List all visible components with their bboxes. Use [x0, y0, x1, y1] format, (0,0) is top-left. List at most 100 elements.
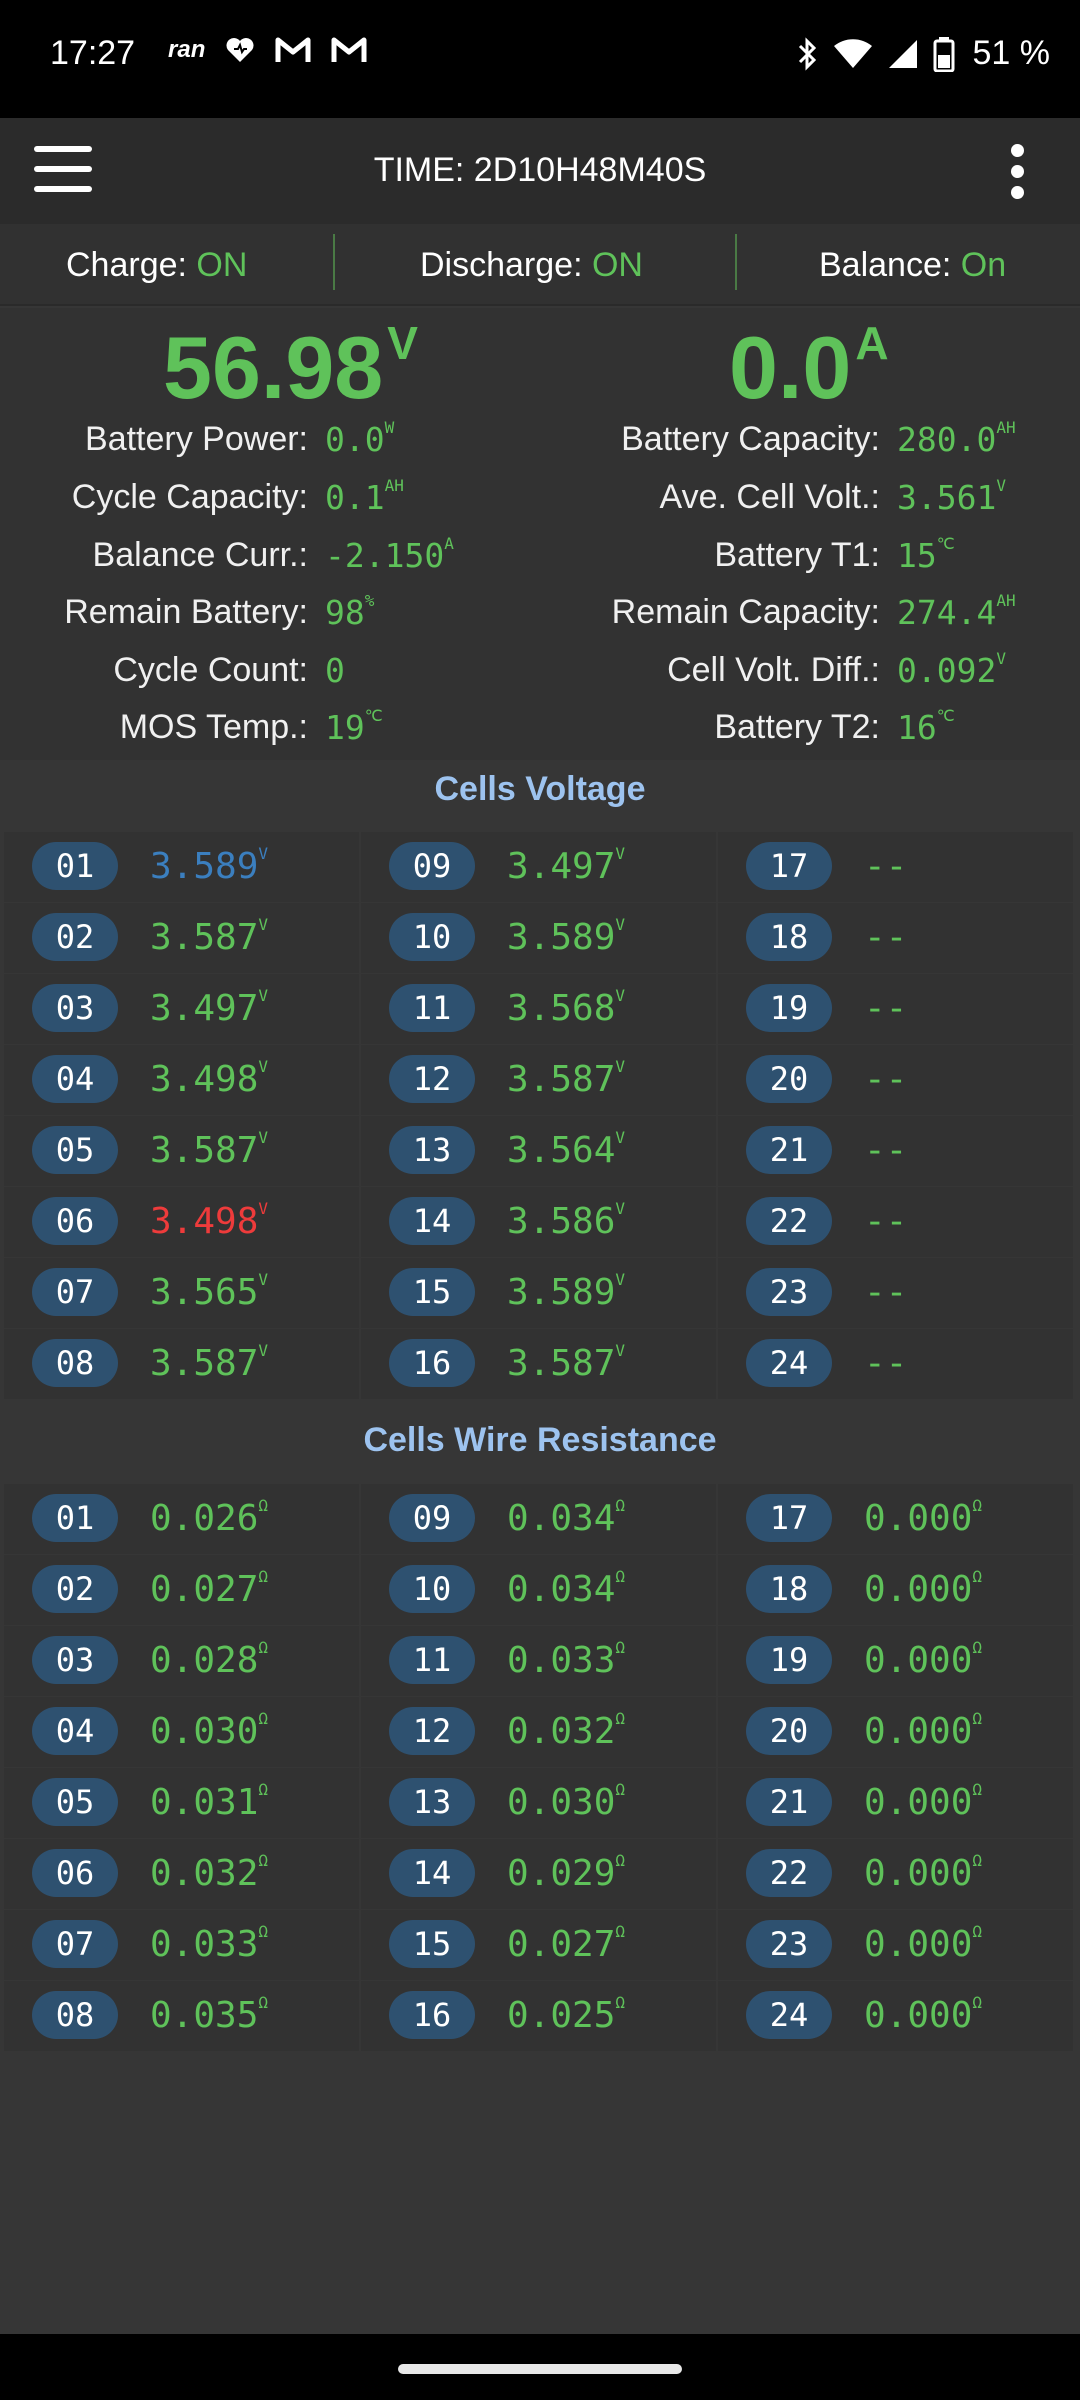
cell-resistance-cell: 13 0.030Ω [361, 1768, 716, 1838]
cell-voltage-value: 3.587V [150, 1128, 269, 1171]
right-summary-row: Remain Capacity: 274.4AH [0, 591, 1080, 643]
cell-voltage-cell: 18 -- [718, 903, 1073, 973]
cell-resistance-cell: 09 0.034Ω [361, 1484, 716, 1554]
cell-voltage-value: -- [864, 846, 908, 887]
cell-resistance-value: 0.000Ω [864, 1567, 983, 1610]
cell-resistance-cell: 05 0.031Ω [4, 1768, 359, 1838]
cell-resistance-value: 0.030Ω [507, 1780, 626, 1823]
total-voltage-unit: V [387, 317, 418, 369]
cell-voltage-value: 3.586V [507, 1199, 626, 1242]
cell-resistance-cell: 16 0.025Ω [361, 1981, 716, 2051]
cell-resistance-cell: 03 0.028Ω [4, 1626, 359, 1696]
cell-voltage-value: 3.497V [507, 844, 626, 887]
charge-status[interactable]: Charge: ON [66, 246, 247, 285]
cell-resistance-cell: 06 0.032Ω [4, 1839, 359, 1909]
cell-number-badge: 19 [746, 1636, 832, 1684]
ran-app-icon: ran [168, 36, 206, 63]
cell-number-badge: 05 [32, 1126, 118, 1174]
cell-resistance-value: 0.035Ω [150, 1993, 269, 2036]
cell-voltage-cell: 05 3.587V [4, 1116, 359, 1186]
cell-number-badge: 23 [746, 1920, 832, 1968]
cell-number-badge: 17 [746, 1494, 832, 1542]
discharge-label: Discharge: [420, 246, 583, 284]
cell-voltage-value: 3.498V [150, 1199, 269, 1242]
cell-number-badge: 03 [32, 1636, 118, 1684]
cells-voltage-title: Cells Voltage [434, 770, 646, 808]
total-voltage: 56.98V [163, 320, 418, 412]
summary-label: Ave. Cell Volt.: [659, 478, 881, 516]
cell-voltage-value: 3.564V [507, 1128, 626, 1171]
summary-value: 274.4AH [897, 591, 1016, 632]
wifi-icon [833, 38, 872, 68]
cell-voltage-value: 3.587V [507, 1057, 626, 1100]
cell-resistance-value: 0.000Ω [864, 1709, 983, 1752]
cell-number-badge: 13 [389, 1126, 475, 1174]
cell-number-badge: 20 [746, 1055, 832, 1103]
home-gesture-handle[interactable] [398, 2364, 682, 2374]
cell-resistance-cell: 01 0.026Ω [4, 1484, 359, 1554]
cell-voltage-cell: 07 3.565V [4, 1258, 359, 1328]
runtime-title: TIME: 2D10H48M40S [373, 151, 707, 189]
summary-label: Battery T1: [714, 536, 880, 574]
cell-number-badge: 06 [32, 1849, 118, 1897]
summary-value: 15℃ [897, 534, 955, 575]
cell-resistance-cell: 19 0.000Ω [718, 1626, 1073, 1696]
cellular-signal-icon [888, 39, 917, 68]
cell-number-badge: 01 [32, 842, 118, 890]
cell-voltage-cell: 12 3.587V [361, 1045, 716, 1115]
cell-number-badge: 14 [389, 1849, 475, 1897]
right-summary-row: Ave. Cell Volt.: 3.561V [0, 476, 1080, 528]
cell-voltage-cell: 14 3.586V [361, 1187, 716, 1257]
cell-voltage-cell: 08 3.587V [4, 1329, 359, 1399]
summary-label: Remain Capacity: [611, 593, 880, 631]
discharge-value: ON [591, 246, 643, 284]
cell-number-badge: 05 [32, 1778, 118, 1826]
cell-voltage-value: -- [864, 917, 908, 958]
cell-voltage-value: 3.589V [150, 844, 269, 887]
cell-voltage-cell: 02 3.587V [4, 903, 359, 973]
cell-resistance-value: 0.000Ω [864, 1496, 983, 1539]
cell-number-badge: 16 [389, 1339, 475, 1387]
cell-resistance-cell: 17 0.000Ω [718, 1484, 1073, 1554]
cell-resistance-cell: 21 0.000Ω [718, 1768, 1073, 1838]
cell-resistance-cell: 04 0.030Ω [4, 1697, 359, 1767]
cell-resistance-cell: 20 0.000Ω [718, 1697, 1073, 1767]
cell-resistance-value: 0.027Ω [150, 1567, 269, 1610]
cell-resistance-value: 0.027Ω [507, 1922, 626, 1965]
cell-voltage-cell: 10 3.589V [361, 903, 716, 973]
cell-voltage-value: 3.587V [507, 1341, 626, 1384]
cell-voltage-value: 3.498V [150, 1057, 269, 1100]
cell-resistance-value: 0.000Ω [864, 1638, 983, 1681]
cell-number-badge: 18 [746, 913, 832, 961]
notification-icons: ran [168, 36, 367, 64]
summary-label: Battery Capacity: [621, 420, 880, 458]
right-summary-row: Battery Capacity: 280.0AH [0, 418, 1080, 470]
cell-resistance-cell: 18 0.000Ω [718, 1555, 1073, 1625]
cell-voltage-cell: 09 3.497V [361, 832, 716, 902]
summary-label: Battery T2: [714, 708, 880, 746]
cell-resistance-cell: 15 0.027Ω [361, 1910, 716, 1980]
cell-voltage-value: -- [864, 1201, 908, 1242]
discharge-status[interactable]: Discharge: ON [420, 246, 643, 285]
cell-number-badge: 03 [32, 984, 118, 1032]
system-icons: 51 % [797, 34, 1050, 73]
cells-resistance-title: Cells Wire Resistance [363, 1421, 717, 1459]
balance-status[interactable]: Balance: On [819, 246, 1006, 285]
right-summary-row: Battery T2: 16℃ [0, 706, 1080, 758]
cell-resistance-cell: 24 0.000Ω [718, 1981, 1073, 2051]
more-options-icon[interactable] [1008, 142, 1028, 202]
switch-status-row: Charge: ON Discharge: ON Balance: On [0, 224, 1080, 306]
cell-voltage-value: 3.587V [150, 915, 269, 958]
cell-voltage-value: -- [864, 1272, 908, 1313]
cell-resistance-value: 0.031Ω [150, 1780, 269, 1823]
cell-number-badge: 02 [32, 1565, 118, 1613]
total-voltage-value: 56.98 [163, 318, 384, 417]
cell-resistance-value: 0.033Ω [150, 1922, 269, 1965]
cell-number-badge: 18 [746, 1565, 832, 1613]
cell-voltage-cell: 21 -- [718, 1116, 1073, 1186]
cell-resistance-cell: 02 0.027Ω [4, 1555, 359, 1625]
navigation-bar [0, 2334, 1080, 2400]
status-time: 17:27 [50, 34, 136, 72]
cell-voltage-cell: 24 -- [718, 1329, 1073, 1399]
cell-number-badge: 20 [746, 1707, 832, 1755]
